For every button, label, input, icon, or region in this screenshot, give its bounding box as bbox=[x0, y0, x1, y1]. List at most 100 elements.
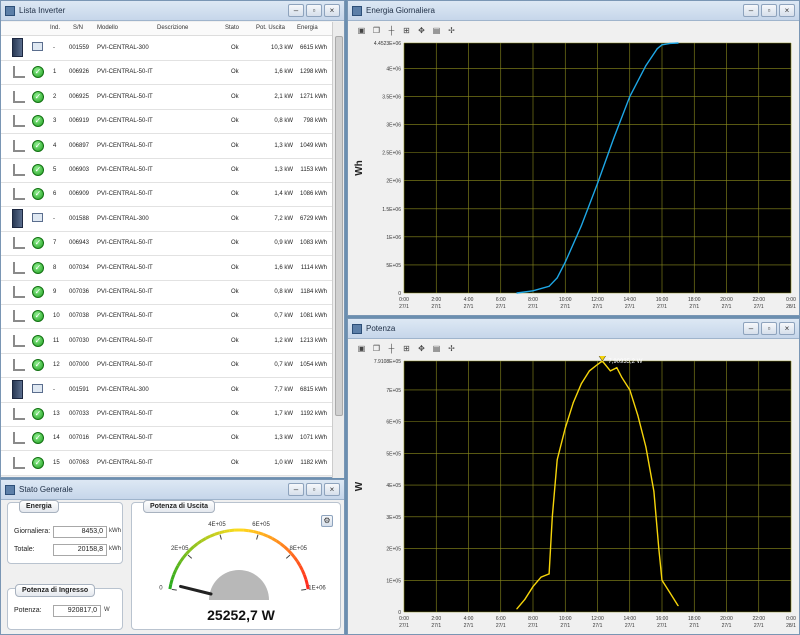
central-inverter-icon bbox=[12, 208, 23, 228]
maximize-button[interactable]: ▫ bbox=[761, 4, 777, 17]
close-button[interactable]: × bbox=[324, 4, 340, 17]
data-point bbox=[580, 225, 582, 227]
minimize-button[interactable]: – bbox=[288, 4, 304, 17]
cursor-icon[interactable]: ┼ bbox=[386, 25, 397, 36]
gauge-arc-segment bbox=[169, 579, 174, 585]
potenza-titlebar[interactable]: Potenza – ▫ × bbox=[348, 319, 799, 339]
x-tick-date-label: 27/1 bbox=[560, 623, 570, 629]
cell-modello: PVI-CENTRAL-50-IT bbox=[97, 289, 153, 295]
gauge-arc-segment bbox=[262, 532, 269, 538]
cell-sn: 006909 bbox=[69, 191, 90, 198]
pan-icon[interactable]: ✥ bbox=[416, 25, 427, 36]
cell-sn: 007038 bbox=[69, 313, 90, 320]
copy-icon[interactable]: ❐ bbox=[371, 25, 382, 36]
module-inverter-row[interactable]: ✓ 13 007033 PVI-CENTRAL-50-IT Ok 1,7 kW 1192 k… bbox=[1, 402, 333, 427]
chart-toolbar: ▣ ❐ ┼ ⊞ ✥ ▤ ✢ bbox=[348, 22, 457, 38]
gauge-tick-label: 4E+05 bbox=[208, 522, 226, 528]
energia-titlebar[interactable]: Energia Giornaliera – ▫ × bbox=[348, 1, 799, 21]
module-inverter-row[interactable]: ✓ 14 007016 PVI-CENTRAL-50-IT Ok 1,3 kW 1071 k… bbox=[1, 426, 333, 452]
module-inverter-row[interactable]: ✓ 5 006903 PVI-CENTRAL-50-IT Ok 1,3 kW 1153 kW… bbox=[1, 158, 333, 183]
cell-ind: 3 bbox=[53, 118, 57, 125]
move-icon[interactable]: ✢ bbox=[446, 25, 457, 36]
cell-stato: Ok bbox=[231, 93, 239, 100]
zoom-icon[interactable]: ⊞ bbox=[401, 343, 412, 354]
data-point bbox=[588, 370, 591, 372]
vertical-scrollbar[interactable] bbox=[332, 22, 344, 478]
cell-sn: 007034 bbox=[69, 264, 90, 271]
gauge-tick-label: 2E+05 bbox=[171, 546, 189, 552]
close-button[interactable]: × bbox=[324, 483, 340, 496]
cursor-icon[interactable]: ┼ bbox=[386, 343, 397, 354]
col-ind[interactable]: Ind. bbox=[50, 25, 60, 31]
pan-icon[interactable]: ✥ bbox=[416, 343, 427, 354]
status-ok-icon: ✓ bbox=[32, 139, 44, 152]
col-stato[interactable]: Stato bbox=[225, 25, 239, 31]
gauge-hub bbox=[209, 570, 269, 600]
energia-chart[interactable]: 4.4523E+06 4E+06 3.5E+06 3E+06 2.5E+06 2E+06 1… bbox=[348, 38, 799, 315]
cell-stato: Ok bbox=[231, 289, 239, 295]
col-modello[interactable]: Modello bbox=[97, 25, 118, 31]
cell-sn: 006925 bbox=[69, 93, 90, 100]
module-inverter-row[interactable]: ✓ 7 006943 PVI-CENTRAL-50-IT Ok 0,9 kW 1083 kW… bbox=[1, 231, 333, 257]
col-sn[interactable]: S/N bbox=[73, 25, 83, 31]
module-inverter-row[interactable]: ✓ 3 006919 PVI-CENTRAL-50-IT Ok 0,8 kW 798 kWh bbox=[1, 109, 333, 135]
scrollbar-thumb[interactable] bbox=[335, 36, 343, 416]
central-inverter-row[interactable]: - 001591 PVI-CENTRAL-300 Ok 7,7 kW 6815 kWh bbox=[1, 378, 333, 403]
move-icon[interactable]: ✢ bbox=[446, 343, 457, 354]
gauge-arc-segment bbox=[258, 531, 264, 536]
module-inverter-row[interactable]: ✓ 8 007034 PVI-CENTRAL-50-IT Ok 1,6 kW 1114 kW… bbox=[1, 256, 333, 281]
energia-giornaliera-window: Energia Giornaliera – ▫ × ▣ ❐ ┼ ⊞ ✥ ▤ ✢ … bbox=[347, 0, 800, 316]
x-tick-date-label: 27/1 bbox=[689, 623, 699, 629]
gauge-tick bbox=[256, 534, 259, 540]
gauge-arc-segment bbox=[304, 579, 309, 585]
central-inverter-row[interactable]: - 001588 PVI-CENTRAL-300 Ok 7,2 kW 6729 kWh bbox=[1, 207, 333, 232]
cell-pot: 1,6 kW bbox=[274, 264, 293, 271]
module-inverter-row[interactable]: ✓ 4 006897 PVI-CENTRAL-50-IT Ok 1,3 kW 1049 kW… bbox=[1, 134, 333, 159]
cell-pot: 7,2 kW bbox=[274, 215, 293, 222]
gauge-arc-segment bbox=[214, 531, 220, 536]
zoom-icon[interactable]: ⊞ bbox=[401, 25, 412, 36]
module-inverter-row[interactable]: ✓ 6 006909 PVI-CENTRAL-50-IT Ok 1,4 kW 1086 kW… bbox=[1, 182, 333, 208]
cell-stato: Ok bbox=[231, 411, 239, 417]
gauge-arc-segment bbox=[209, 532, 216, 538]
x-tick-label: 20:00 bbox=[720, 297, 733, 303]
options-icon[interactable]: ▤ bbox=[431, 343, 442, 354]
gauge-tick bbox=[219, 534, 222, 540]
stato-titlebar[interactable]: Stato Generale – ▫ × bbox=[1, 480, 344, 500]
central-inverter-row[interactable]: - 001559 PVI-CENTRAL-300 Ok 10,3 kW 6615 kWh bbox=[1, 36, 333, 61]
maximize-button[interactable]: ▫ bbox=[306, 4, 322, 17]
options-icon[interactable]: ▤ bbox=[431, 25, 442, 36]
module-inverter-row[interactable]: ✓ 9 007036 PVI-CENTRAL-50-IT Ok 0,8 kW 1184 kW… bbox=[1, 280, 333, 305]
minimize-button[interactable]: – bbox=[743, 322, 759, 335]
module-inverter-row[interactable]: ✓ 11 007030 PVI-CENTRAL-50-IT Ok 1,2 kW 1213 k… bbox=[1, 329, 333, 354]
inverter-list-titlebar[interactable]: Lista Inverter – ▫ × bbox=[1, 1, 344, 21]
gauge-arc-segment bbox=[298, 565, 304, 571]
status-ok-icon: ✓ bbox=[32, 261, 44, 274]
module-inverter-row[interactable]: ✓ 12 007000 PVI-CENTRAL-50-IT Ok 0,7 kW 1054 k… bbox=[1, 353, 333, 379]
maximize-button[interactable]: ▫ bbox=[306, 483, 322, 496]
copy-icon[interactable]: ❐ bbox=[371, 343, 382, 354]
minimize-button[interactable]: – bbox=[743, 4, 759, 17]
col-energia[interactable]: Energia bbox=[297, 25, 318, 31]
child-arrow-icon bbox=[13, 188, 25, 201]
cell-sn: 007030 bbox=[69, 337, 90, 344]
minimize-button[interactable]: – bbox=[288, 483, 304, 496]
cell-ind: 8 bbox=[53, 264, 57, 271]
close-button[interactable]: × bbox=[779, 4, 795, 17]
x-tick-label: 16:00 bbox=[656, 616, 669, 622]
cell-sn: 007000 bbox=[69, 362, 90, 369]
module-inverter-row[interactable]: ✓ 10 007038 PVI-CENTRAL-50-IT Ok 0,7 kW 1081 k… bbox=[1, 304, 333, 330]
maximize-button[interactable]: ▫ bbox=[761, 322, 777, 335]
potenza-chart[interactable]: 7.9108E+05 7E+05 6E+05 5E+05 4E+05 3E+05 2E+05… bbox=[348, 356, 799, 634]
save-icon[interactable]: ▣ bbox=[356, 343, 367, 354]
cell-energia: 798 kWh bbox=[303, 118, 327, 125]
data-point bbox=[609, 370, 611, 372]
module-inverter-row[interactable]: ✓ 15 007063 PVI-CENTRAL-50-IT Ok 1,0 kW 1182 k… bbox=[1, 451, 333, 476]
cell-stato: Ok bbox=[231, 191, 239, 198]
col-pot-uscita[interactable]: Pot. Uscita bbox=[256, 25, 285, 31]
save-icon[interactable]: ▣ bbox=[356, 25, 367, 36]
module-inverter-row[interactable]: ✓ 1 006926 PVI-CENTRAL-50-IT Ok 1,6 kW 1298 kW… bbox=[1, 60, 333, 86]
module-inverter-row[interactable]: ✓ 2 006925 PVI-CENTRAL-50-IT Ok 2,1 kW 1271 kW… bbox=[1, 85, 333, 110]
close-button[interactable]: × bbox=[779, 322, 795, 335]
col-descrizione[interactable]: Descrizione bbox=[157, 25, 188, 31]
